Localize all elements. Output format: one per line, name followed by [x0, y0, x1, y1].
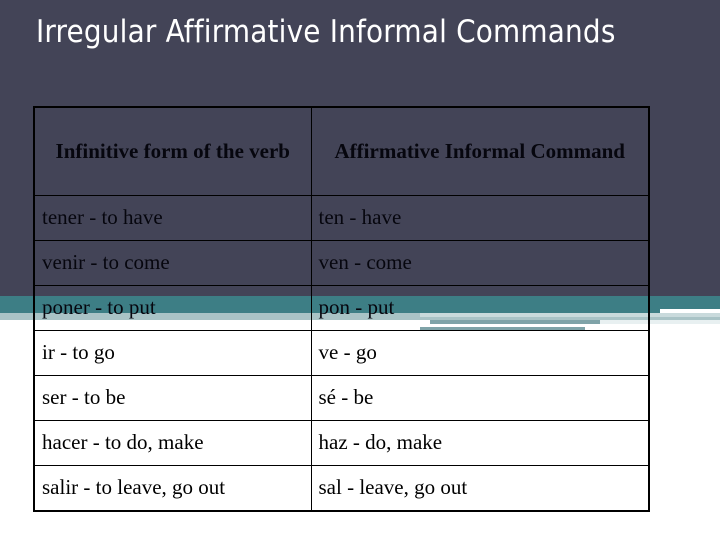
- column-header-infinitive: Infinitive form of the verb: [33, 106, 312, 196]
- table-row: venir - to come ven - come: [33, 240, 650, 286]
- column-header-command: Affirmative Informal Command: [310, 106, 650, 196]
- verb-table: Infinitive form of the verb Affirmative …: [33, 106, 650, 512]
- cell-command: ve - go: [310, 330, 650, 376]
- cell-infinitive: tener - to have: [33, 195, 312, 241]
- cell-command: ven - come: [310, 240, 650, 286]
- column-header-command-label: Affirmative Informal Command: [334, 139, 625, 164]
- cell-command: sal - leave, go out: [310, 465, 650, 512]
- accent-stroke-d: [660, 309, 720, 313]
- cell-infinitive: salir - to leave, go out: [33, 465, 312, 512]
- table-row: tener - to have ten - have: [33, 195, 650, 241]
- cell-command: sé - be: [310, 375, 650, 421]
- cell-command: pon - put: [310, 285, 650, 331]
- cell-infinitive: ser - to be: [33, 375, 312, 421]
- cell-infinitive: hacer - to do, make: [33, 420, 312, 466]
- table-row: ir - to go ve - go: [33, 330, 650, 376]
- column-header-infinitive-label: Infinitive form of the verb: [55, 139, 290, 164]
- cell-command: haz - do, make: [310, 420, 650, 466]
- cell-infinitive: ir - to go: [33, 330, 312, 376]
- slide-title: Irregular Affirmative Informal Commands: [36, 14, 616, 50]
- cell-infinitive: venir - to come: [33, 240, 312, 286]
- verb-table-container: Infinitive form of the verb Affirmative …: [33, 106, 650, 512]
- table-row: ser - to be sé - be: [33, 375, 650, 421]
- table-row: poner - to put pon - put: [33, 285, 650, 331]
- table-header-row: Infinitive form of the verb Affirmative …: [33, 106, 650, 196]
- table-row: salir - to leave, go out sal - leave, go…: [33, 465, 650, 512]
- cell-command: ten - have: [310, 195, 650, 241]
- slide-canvas: Irregular Affirmative Informal Commands …: [0, 0, 720, 540]
- table-row: hacer - to do, make haz - do, make: [33, 420, 650, 466]
- cell-infinitive: poner - to put: [33, 285, 312, 331]
